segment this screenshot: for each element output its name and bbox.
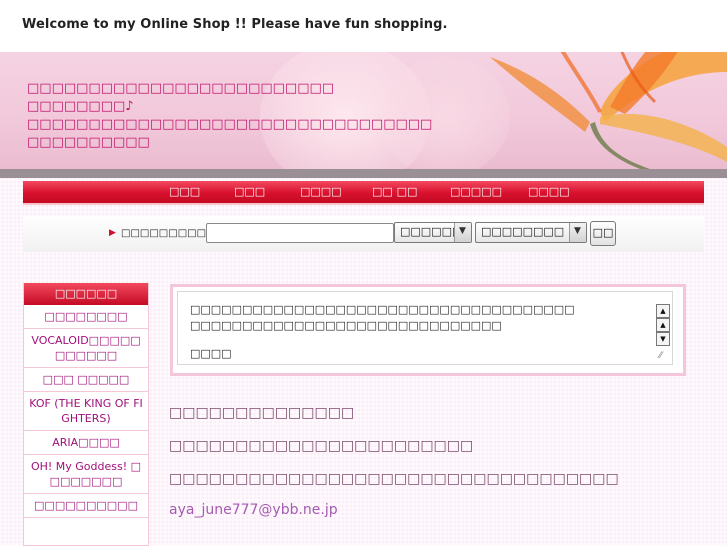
search-sort-value: □□□□□□□□ — [481, 225, 565, 238]
scroll-up-icon[interactable]: ▲ — [656, 318, 670, 332]
notice-panel: □□□□□□□□□□□□□□□□□□□□□□□□□□□□□□□□□□□□□ □□… — [170, 284, 686, 376]
main-nav: □□□ □□□ □□□□ □□ □□ □□□□□ □□□□ — [23, 181, 704, 205]
notice-text: □□□□□□□□□□□□□□□□□□□□□□□□□□□□□□□□□□□□□ □□… — [190, 302, 575, 334]
search-sort-select[interactable]: □□□□□□□□ ▼ — [475, 222, 587, 243]
hero-line-1: □□□□□□□□□□□□□□□□□□□□□□□□□ — [27, 81, 335, 96]
dropdown-arrow: ▼ — [569, 223, 586, 242]
content-line-2: □□□□□□□□□□□□□□□□□□□□□□□ — [169, 438, 474, 454]
sidebar-item[interactable]: ARIA□□□□ — [24, 431, 148, 455]
content-line-1: □□□□□□□□□□□□□□ — [169, 405, 355, 421]
nav-item-1[interactable]: □□□ — [169, 185, 200, 198]
category-sidebar: □□□□□□ □□□□□□□□ VOCALOID□□□□□□□□□□□ □□□ … — [23, 283, 149, 546]
resize-grip-icon[interactable]: ⁄⁄ — [659, 351, 662, 361]
welcome-message: Welcome to my Online Shop !! Please have… — [22, 17, 448, 32]
notice-textarea[interactable]: □□□□□□□□□□□□□□□□□□□□□□□□□□□□□□□□□□□□□ □□… — [177, 291, 673, 365]
search-input[interactable] — [206, 223, 394, 243]
sidebar-item[interactable]: □□□□□□□□□□ — [24, 494, 148, 518]
dropdown-arrow: ▼ — [454, 223, 471, 242]
search-button[interactable]: □□ — [590, 221, 616, 246]
arrow-right-icon: ▶ — [109, 228, 116, 238]
nav-item-2[interactable]: □□□ — [234, 185, 265, 198]
search-category-select[interactable]: □□□□□□ ▼ — [394, 222, 472, 243]
sidebar-heading: □□□□□□ — [24, 283, 148, 305]
content-line-3: □□□□□□□□□□□□□□□□□□□□□□□□□□□□□□□□□□ — [169, 471, 619, 487]
chevron-down-icon: ▼ — [459, 226, 466, 236]
notice-line-1: □□□□□□□□□□□□□□□□□□□□□□□□□□□□□□□□□□□□□ — [190, 303, 575, 316]
notice-line-2: □□□□□□□□□□□□□□□□□□□□□□□□□□□□□□ — [190, 319, 502, 332]
nav-item-5[interactable]: □□□□□ — [450, 185, 502, 198]
nav-item-6[interactable]: □□□□ — [528, 185, 570, 198]
search-bar: ▶ □□□□□□□□□□□□□□□□ □□□□□□ ▼ □□□□□□□□ ▼ □… — [23, 216, 704, 252]
sidebar-item[interactable]: KOF (THE KING OF FIGHTERS) — [24, 392, 148, 431]
search-category-value: □□□□□□ — [400, 225, 463, 238]
nav-item-4[interactable]: □□ □□ — [372, 185, 417, 198]
scroll-down-icon[interactable]: ▼ — [656, 332, 670, 346]
contact-email-link[interactable]: aya_june777@ybb.ne.jp — [169, 502, 338, 518]
scroll-up-icon[interactable]: ▲ — [656, 304, 670, 318]
hero-line-3: □□□□□□□□□□□□□□□□□□□□□□□□□□□□□□□□□ — [27, 117, 433, 132]
sidebar-item[interactable]: □□□□□□□□ — [24, 305, 148, 329]
top-welcome-bar: Welcome to my Online Shop !! Please have… — [0, 0, 727, 52]
hero-announcement: □□□□□□□□□□□□□□□□□□□□□□□□□ □□□□□□□□♪ □□□□… — [27, 80, 432, 152]
sidebar-item[interactable]: OH! My Goddess! □□□□□□□□ — [24, 455, 148, 494]
nav-item-3[interactable]: □□□□ — [300, 185, 342, 198]
hero-line-2: □□□□□□□□♪ — [27, 99, 134, 114]
sidebar-item[interactable]: □□□ □□□□□ — [24, 368, 148, 392]
chevron-down-icon: ▼ — [574, 226, 581, 236]
sidebar-item[interactable]: VOCALOID□□□□□□□□□□□ — [24, 329, 148, 368]
notice-line-3: □□□□ — [190, 347, 232, 360]
hero-line-4: □□□□□□□□□□ — [27, 135, 150, 150]
hero-divider — [0, 169, 727, 178]
